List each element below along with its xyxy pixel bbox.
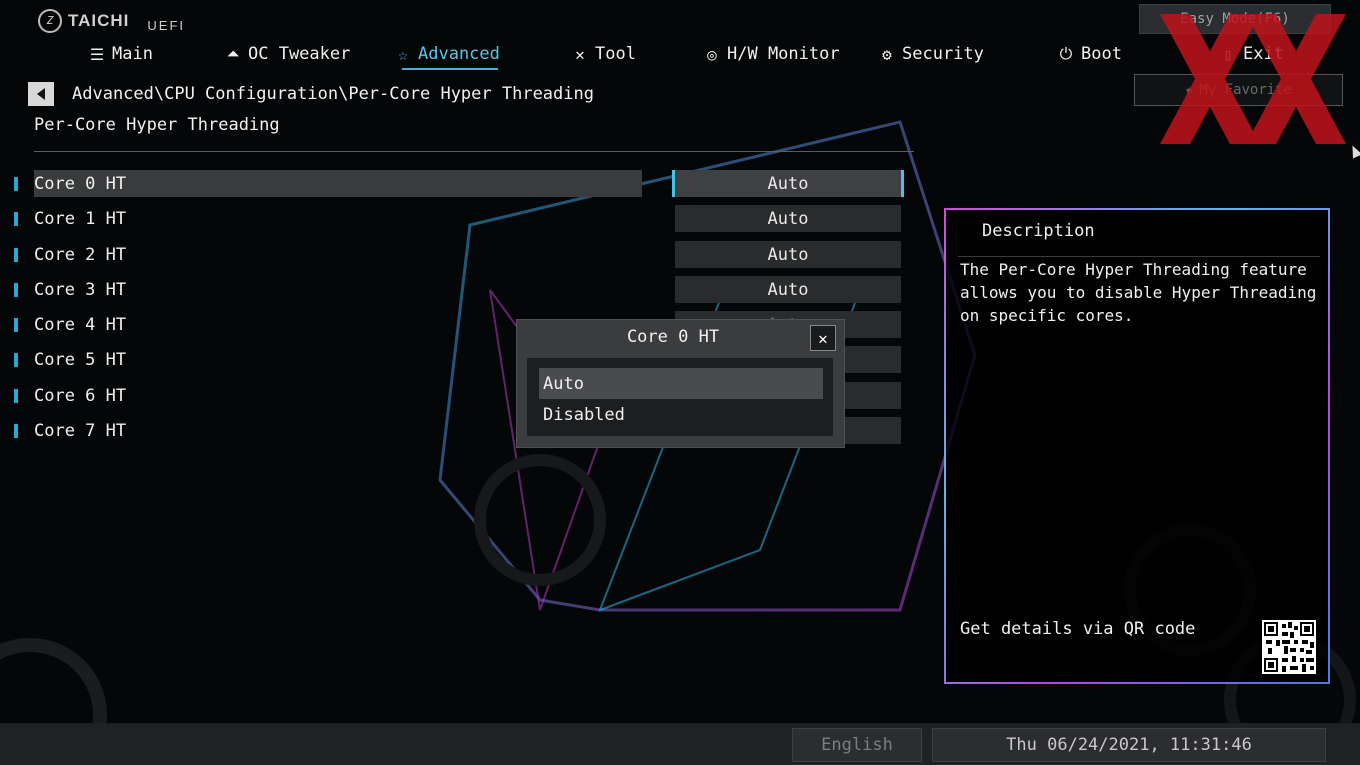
title-divider: [34, 151, 914, 152]
setting-row-core-0-ht[interactable]: Core 0 HT: [14, 170, 644, 197]
description-text: The Per-Core Hyper Threading feature all…: [960, 260, 1317, 325]
list-icon: ☰: [89, 44, 105, 64]
brand-name: TAICHI: [68, 10, 130, 30]
easy-mode-button[interactable]: Easy Mode(F6): [1139, 4, 1331, 34]
setting-label: Core 2 HT: [34, 244, 127, 265]
mouse-cursor-icon: [1347, 143, 1360, 159]
row-marker: [14, 176, 18, 191]
brand-logo-icon: Z: [38, 8, 62, 33]
close-icon: ✕: [818, 328, 828, 348]
setting-row-core-2-ht[interactable]: Core 2 HT: [14, 241, 644, 268]
setting-value-core-0-ht[interactable]: Auto: [672, 170, 904, 197]
tab-advanced[interactable]: ☆ Advanced: [394, 40, 500, 70]
tab-label: H/W Monitor: [727, 44, 840, 64]
main-nav: ☰ Main ⏶ OC Tweaker ☆ Advanced ✕ Tool ◎ …: [0, 40, 1360, 70]
setting-label: Core 0 HT: [34, 173, 127, 194]
option-dialog: Core 0 HT ✕ Auto Disabled: [516, 319, 845, 448]
setting-value-core-3-ht[interactable]: Auto: [675, 276, 901, 303]
tab-label: Main: [112, 44, 153, 64]
tab-security[interactable]: ⚙ Security: [878, 40, 984, 68]
setting-label: Core 5 HT: [34, 349, 127, 370]
tab-label: OC Tweaker: [248, 44, 351, 64]
row-marker: [14, 211, 18, 226]
dialog-title: Core 0 HT: [626, 327, 720, 347]
tab-label: Tool: [595, 44, 636, 64]
setting-label: Core 6 HT: [34, 385, 127, 406]
close-button[interactable]: ✕: [810, 325, 836, 351]
breadcrumb: Advanced\CPU Configuration\Per-Core Hype…: [72, 84, 594, 104]
brand-logo: Z TAICHI UEFI: [38, 8, 185, 33]
option-auto[interactable]: Auto: [539, 368, 823, 399]
option-disabled[interactable]: Disabled: [539, 399, 823, 430]
status-bar: English Thu 06/24/2021, 11:31:46: [0, 723, 1360, 765]
row-marker: [14, 423, 18, 438]
brand-sub: UEFI: [147, 18, 186, 33]
tab-hw-monitor[interactable]: ◎ H/W Monitor: [703, 40, 840, 68]
option-list: Auto Disabled: [527, 358, 833, 436]
power-icon: ⏻: [1059, 44, 1073, 63]
language-button[interactable]: English: [792, 728, 922, 762]
my-favorite-label: My Favorite: [1199, 82, 1293, 98]
tab-label: Security: [902, 44, 984, 64]
setting-label: Core 7 HT: [34, 420, 127, 441]
tab-label: Advanced: [418, 44, 500, 64]
star-icon: ★: [1184, 82, 1194, 98]
tab-main[interactable]: ☰ Main: [88, 40, 153, 68]
star-icon: ☆: [398, 44, 408, 64]
page-title: Per-Core Hyper Threading: [34, 115, 280, 135]
setting-label: Core 1 HT: [34, 208, 127, 229]
tab-boot[interactable]: ⏻ Boot: [1057, 40, 1122, 68]
row-marker: [14, 247, 18, 262]
back-arrow-icon: [37, 88, 45, 100]
tab-label: Boot: [1081, 44, 1122, 64]
datetime-display: Thu 06/24/2021, 11:31:46: [932, 728, 1326, 762]
active-tab-underline: [402, 68, 498, 70]
back-button[interactable]: [28, 82, 54, 106]
shield-icon: ⚙: [882, 44, 892, 64]
description-panel: Description The Per-Core Hyper Threading…: [944, 208, 1330, 684]
setting-value-core-2-ht[interactable]: Auto: [675, 241, 901, 268]
description-title: Description: [982, 221, 1095, 241]
setting-label: Core 4 HT: [34, 314, 127, 335]
row-marker: [14, 352, 18, 367]
rocket-icon: ⏶: [226, 44, 240, 63]
description-divider: [958, 256, 1320, 257]
setting-value-core-1-ht[interactable]: Auto: [675, 205, 901, 232]
qr-code-icon: [1262, 620, 1316, 674]
monitor-icon: ◎: [707, 44, 717, 64]
qr-label: Get details via QR code: [960, 619, 1196, 639]
tab-label: Exit: [1243, 44, 1284, 64]
tab-oc-tweaker[interactable]: ⏶ OC Tweaker: [224, 40, 351, 68]
row-marker: [14, 388, 18, 403]
my-favorite-button[interactable]: ★ My Favorite: [1134, 74, 1343, 106]
tools-icon: ✕: [575, 44, 585, 64]
setting-row-core-1-ht[interactable]: Core 1 HT: [14, 205, 644, 232]
exit-icon: ▯: [1223, 44, 1233, 64]
setting-row-core-3-ht[interactable]: Core 3 HT: [14, 276, 644, 303]
row-marker: [14, 317, 18, 332]
row-marker: [14, 282, 18, 297]
setting-label: Core 3 HT: [34, 279, 127, 300]
tab-tool[interactable]: ✕ Tool: [571, 40, 636, 68]
tab-exit[interactable]: ▯ Exit: [1219, 40, 1284, 68]
